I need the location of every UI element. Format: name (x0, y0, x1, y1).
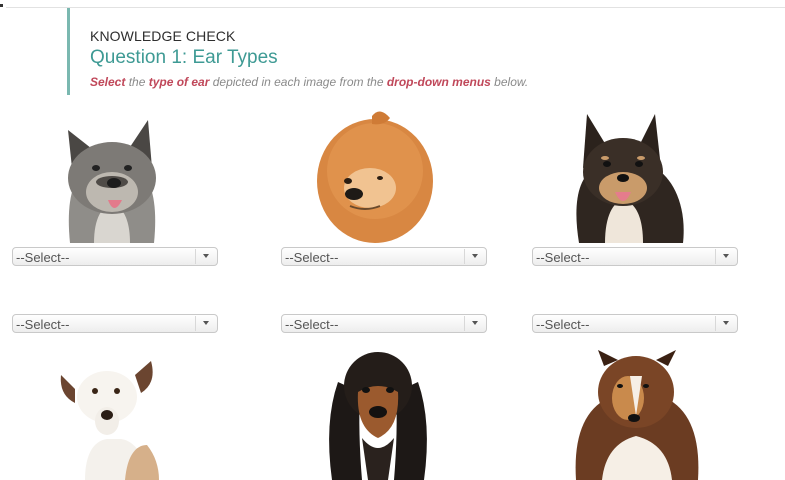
select-value: --Select-- (16, 317, 70, 332)
chevron-down-icon (715, 316, 736, 331)
instruction-type-of-ear: type of ear (148, 75, 210, 89)
instruction-drop-down-menus: drop-down menus (386, 75, 491, 89)
chevron-down-icon (715, 249, 736, 264)
ear-type-select-6[interactable]: --Select-- (532, 314, 738, 333)
dog-image-6 (572, 346, 702, 480)
ear-type-select-5[interactable]: --Select-- (281, 314, 487, 333)
instructions: Select the type of ear depicted in each … (90, 75, 529, 89)
select-value: --Select-- (285, 317, 339, 332)
question-title: Question 1: Ear Types (90, 47, 278, 68)
select-value: --Select-- (536, 250, 590, 265)
select-value: --Select-- (536, 317, 590, 332)
dog-image-3 (565, 106, 685, 243)
ear-type-select-2[interactable]: --Select-- (281, 247, 487, 266)
corner-marker (0, 4, 3, 7)
dog-image-1 (42, 108, 182, 243)
question-header: KNOWLEDGE CHECK Question 1: Ear Types Se… (67, 8, 587, 95)
select-value: --Select-- (285, 250, 339, 265)
chevron-down-icon (464, 249, 485, 264)
chevron-down-icon (195, 249, 216, 264)
section-eyebrow: KNOWLEDGE CHECK (90, 28, 236, 44)
chevron-down-icon (195, 316, 216, 331)
dog-image-5 (318, 342, 438, 480)
select-value: --Select-- (16, 250, 70, 265)
instruction-select: Select (90, 75, 126, 89)
chevron-down-icon (464, 316, 485, 331)
ear-type-select-1[interactable]: --Select-- (12, 247, 218, 266)
dog-image-2 (310, 106, 440, 243)
ear-type-select-3[interactable]: --Select-- (532, 247, 738, 266)
ear-type-select-4[interactable]: --Select-- (12, 314, 218, 333)
dog-image-4 (55, 345, 170, 480)
